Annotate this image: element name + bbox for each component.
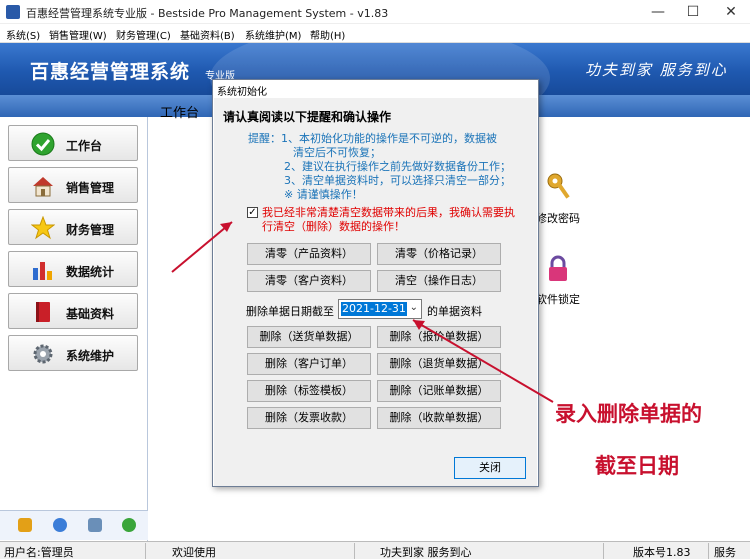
- delete-ledger-button[interactable]: 删除（记账单数据）: [377, 380, 501, 402]
- nav-label: 系统维护: [66, 349, 115, 363]
- nav-label: 基础资料: [66, 307, 115, 321]
- monitor-icon[interactable]: [88, 518, 102, 532]
- status-slogan: 功夫到家 服务到心: [380, 546, 472, 559]
- cutoff-date-picker[interactable]: 2021-12-31 ⌄: [338, 299, 422, 319]
- notice-line: 提醒：1、本初始化功能的操作是不可逆的，数据被: [248, 132, 497, 145]
- date-suffix: 的单据资料: [427, 305, 482, 318]
- edit-icon[interactable]: [18, 518, 32, 532]
- maximize-button[interactable]: ☐: [678, 2, 708, 22]
- menu-system[interactable]: 系统(S): [6, 27, 40, 42]
- date-value: 2021-12-31: [341, 302, 407, 316]
- chevron-down-icon[interactable]: ⌄: [410, 302, 418, 313]
- notice-line: 清空后不可恢复；: [293, 146, 381, 159]
- delete-receipts-button[interactable]: 删除（收款单数据）: [377, 407, 501, 429]
- date-label: 删除单据日期截至: [246, 305, 334, 318]
- warning-heading: 请认真阅读以下提醒和确认操作: [223, 110, 392, 124]
- delete-quotes-button[interactable]: 删除（报价单数据）: [377, 326, 501, 348]
- clear-prices-button[interactable]: 清零（价格记录）: [377, 243, 501, 265]
- confirm-text: 我已经非常清楚清空数据带来的后果，我确认需要执行清空（删除）数据的操作！: [262, 206, 515, 233]
- minimize-button[interactable]: —: [643, 2, 673, 22]
- clear-logs-button[interactable]: 清空（操作日志）: [377, 270, 501, 292]
- book-icon: [36, 302, 50, 322]
- nav-label: 工作台: [66, 139, 103, 153]
- app-logo: 百惠经营管理系统: [30, 61, 191, 83]
- banner-slogan: 功夫到家 服务到心: [585, 61, 728, 79]
- clear-products-button[interactable]: 清零（产品资料）: [247, 243, 371, 265]
- bar-chart-icon: [33, 262, 52, 280]
- nav-maintenance-button[interactable]: 系统维护: [8, 335, 138, 371]
- left-pane-header: [0, 95, 148, 117]
- clock-icon[interactable]: [53, 518, 67, 532]
- key-icon: [547, 173, 570, 199]
- nav-sales-button[interactable]: 销售管理: [8, 167, 138, 203]
- delete-orders-button[interactable]: 删除（客户订单）: [247, 353, 371, 375]
- delete-returns-button[interactable]: 删除（退货单数据）: [377, 353, 501, 375]
- clear-customers-button[interactable]: 清零（客户资料）: [247, 270, 371, 292]
- menu-finance[interactable]: 财务管理(C): [116, 27, 171, 42]
- title-bar: 百惠经营管理系统专业版 - Bestside Pro Management Sy…: [0, 0, 750, 24]
- workspace-title: 工作台: [160, 106, 200, 121]
- left-nav-pane: 工作台 销售管理 财务管理 数据统计 基础资料 系统维护: [0, 95, 148, 541]
- annotation-line-2: 截至日期: [595, 454, 679, 478]
- nav-label: 销售管理: [66, 181, 115, 195]
- dialog-body: 请认真阅读以下提醒和确认操作 提醒：1、本初始化功能的操作是不可逆的，数据被 清…: [214, 98, 537, 486]
- dialog-close-button[interactable]: 关闭: [454, 457, 526, 479]
- menu-basic-data[interactable]: 基础资料(B): [180, 27, 235, 42]
- status-user: 用户名:管理员: [4, 546, 74, 559]
- lock-icon: [549, 255, 567, 281]
- refresh-icon[interactable]: [122, 518, 136, 532]
- delete-invoices-button[interactable]: 删除（发票收款）: [247, 407, 371, 429]
- menu-sales[interactable]: 销售管理(W): [49, 27, 107, 42]
- status-divider: [145, 543, 146, 559]
- confirm-checkbox[interactable]: ✓: [247, 207, 258, 218]
- house-icon: [33, 177, 53, 197]
- app-icon: [6, 5, 20, 19]
- nav-label: 财务管理: [66, 223, 115, 237]
- menu-help[interactable]: 帮助(H): [310, 27, 345, 42]
- system-init-dialog: 系统初始化 请认真阅读以下提醒和确认操作 提醒：1、本初始化功能的操作是不可逆的…: [212, 79, 539, 487]
- status-version: 版本号1.83: [633, 546, 691, 559]
- left-bottom-toolbar: [0, 510, 148, 540]
- gear-icon: [33, 344, 53, 364]
- dialog-title: 系统初始化: [217, 87, 267, 98]
- notice-line: 3、清空单据资料时，可以选择只清空一部分；: [284, 174, 511, 187]
- nav-label: 数据统计: [66, 265, 115, 279]
- nav-basic-data-button[interactable]: 基础资料: [8, 293, 138, 329]
- nav-workbench-button[interactable]: 工作台: [8, 125, 138, 161]
- menu-maintenance[interactable]: 系统维护(M): [245, 27, 301, 42]
- status-service: 服务: [714, 546, 736, 559]
- check-icon: [31, 132, 55, 156]
- delete-delivery-button[interactable]: 删除（送货单数据）: [247, 326, 371, 348]
- nav-finance-button[interactable]: 财务管理: [8, 209, 138, 245]
- status-divider: [354, 543, 355, 559]
- delete-templates-button[interactable]: 删除（标签模板）: [247, 380, 371, 402]
- close-window-button[interactable]: ✕: [716, 2, 746, 22]
- notice-line: ※ 请谨慎操作！: [284, 188, 363, 201]
- notice-text: 提醒：1、本初始化功能的操作是不可逆的，数据被 清空后不可恢复； 2、建议在执行…: [248, 132, 518, 202]
- annotation-line-1: 录入删除单据的: [555, 402, 702, 426]
- status-divider: [603, 543, 604, 559]
- menu-bar: 系统(S) 销售管理(W) 财务管理(C) 基础资料(B) 系统维护(M) 帮助…: [0, 24, 750, 43]
- window-title: 百惠经营管理系统专业版 - Bestside Pro Management Sy…: [26, 7, 389, 20]
- star-icon: [31, 216, 55, 240]
- status-welcome: 欢迎使用: [172, 546, 216, 559]
- notice-line: 2、建议在执行操作之前先做好数据备份工作；: [284, 160, 511, 173]
- status-bar: 用户名:管理员 欢迎使用 功夫到家 服务到心 版本号1.83 服务: [0, 541, 750, 559]
- nav-statistics-button[interactable]: 数据统计: [8, 251, 138, 287]
- status-divider: [708, 543, 709, 559]
